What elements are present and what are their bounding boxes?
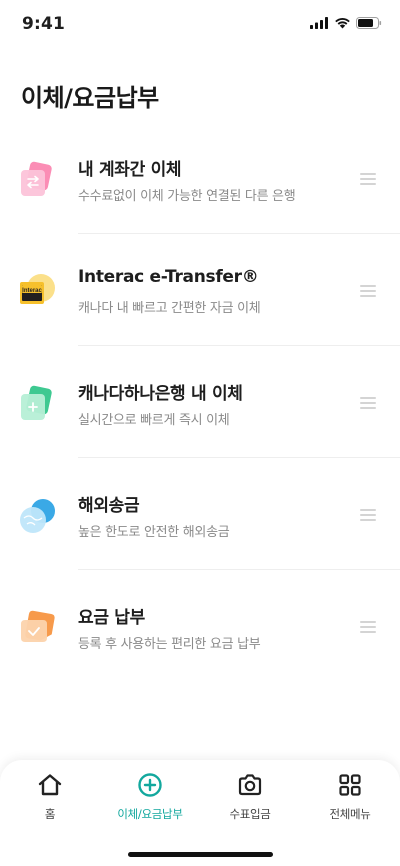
tab-home[interactable]: 홈 — [0, 772, 100, 834]
tab-label: 이체/요금납부 — [117, 807, 183, 821]
menu-item-subtitle: 캐나다 내 빠르고 간편한 자금 이체 — [78, 301, 261, 316]
tab-transfer[interactable]: 이체/요금납부 — [100, 772, 200, 834]
menu-item-bill-pay[interactable]: 요금 납부 등록 후 사용하는 편리한 요금 납부 — [0, 570, 400, 682]
drag-handle-icon[interactable] — [360, 173, 376, 185]
cellular-signal-icon — [310, 17, 328, 29]
menu-item-subtitle: 수수료없이 이체 가능한 연결된 다른 은행 — [78, 189, 296, 204]
drag-handle-icon[interactable] — [360, 509, 376, 521]
home-indicator — [128, 852, 273, 857]
menu-item-title: 내 계좌간 이체 — [78, 160, 182, 180]
status-icons — [310, 17, 382, 29]
interac-logo-text: Interac — [22, 288, 42, 294]
wifi-icon — [335, 18, 350, 29]
page-title: 이체/요금납부 — [21, 84, 159, 112]
interac-logo-icon: Interac — [17, 272, 57, 312]
menu-item-between-accounts[interactable]: 내 계좌간 이체 수수료없이 이체 가능한 연결된 다른 은행 — [0, 122, 400, 234]
tab-label: 수표입금 — [229, 807, 271, 821]
menu-item-title: Interac e-Transfer® — [78, 267, 259, 287]
tab-label: 전체메뉴 — [329, 807, 371, 821]
drag-handle-icon[interactable] — [360, 285, 376, 297]
home-icon — [38, 774, 62, 796]
account-transfer-icon — [17, 160, 57, 200]
menu-item-hana-canada[interactable]: 캐나다하나은행 내 이체 실시간으로 빠르게 즉시 이체 — [0, 346, 400, 458]
menu-item-interac[interactable]: Interac Interac e-Transfer® 캐나다 내 빠르고 간편… — [0, 234, 400, 346]
bottom-tab-bar: 홈 이체/요금납부 수표입금 전체메뉴 — [0, 760, 400, 866]
camera-icon — [238, 774, 262, 796]
hana-bank-transfer-icon — [17, 384, 57, 424]
menu-item-title: 캐나다하나은행 내 이체 — [78, 384, 243, 404]
tab-label: 홈 — [44, 807, 56, 821]
tab-all-menu[interactable]: 전체메뉴 — [300, 772, 400, 834]
menu-item-title: 요금 납부 — [78, 608, 145, 628]
drag-handle-icon[interactable] — [360, 621, 376, 633]
menu-item-subtitle: 등록 후 사용하는 편리한 요금 납부 — [78, 637, 261, 652]
menu-item-overseas[interactable]: 해외송금 높은 한도로 안전한 해외송금 — [0, 458, 400, 570]
menu-item-subtitle: 실시간으로 빠르게 즉시 이체 — [78, 413, 230, 428]
transfer-menu-list: 내 계좌간 이체 수수료없이 이체 가능한 연결된 다른 은행 Interac … — [0, 122, 400, 682]
grid-menu-icon — [339, 774, 361, 796]
battery-icon — [356, 17, 382, 29]
transfer-plus-icon — [138, 773, 162, 797]
status-bar: 9:41 — [0, 0, 400, 50]
menu-item-subtitle: 높은 한도로 안전한 해외송금 — [78, 525, 230, 540]
menu-item-title: 해외송금 — [78, 496, 140, 516]
status-time: 9:41 — [22, 14, 66, 34]
drag-handle-icon[interactable] — [360, 397, 376, 409]
overseas-remittance-icon — [17, 496, 57, 536]
tab-cheque-deposit[interactable]: 수표입금 — [200, 772, 300, 834]
bill-payment-icon — [17, 608, 57, 648]
